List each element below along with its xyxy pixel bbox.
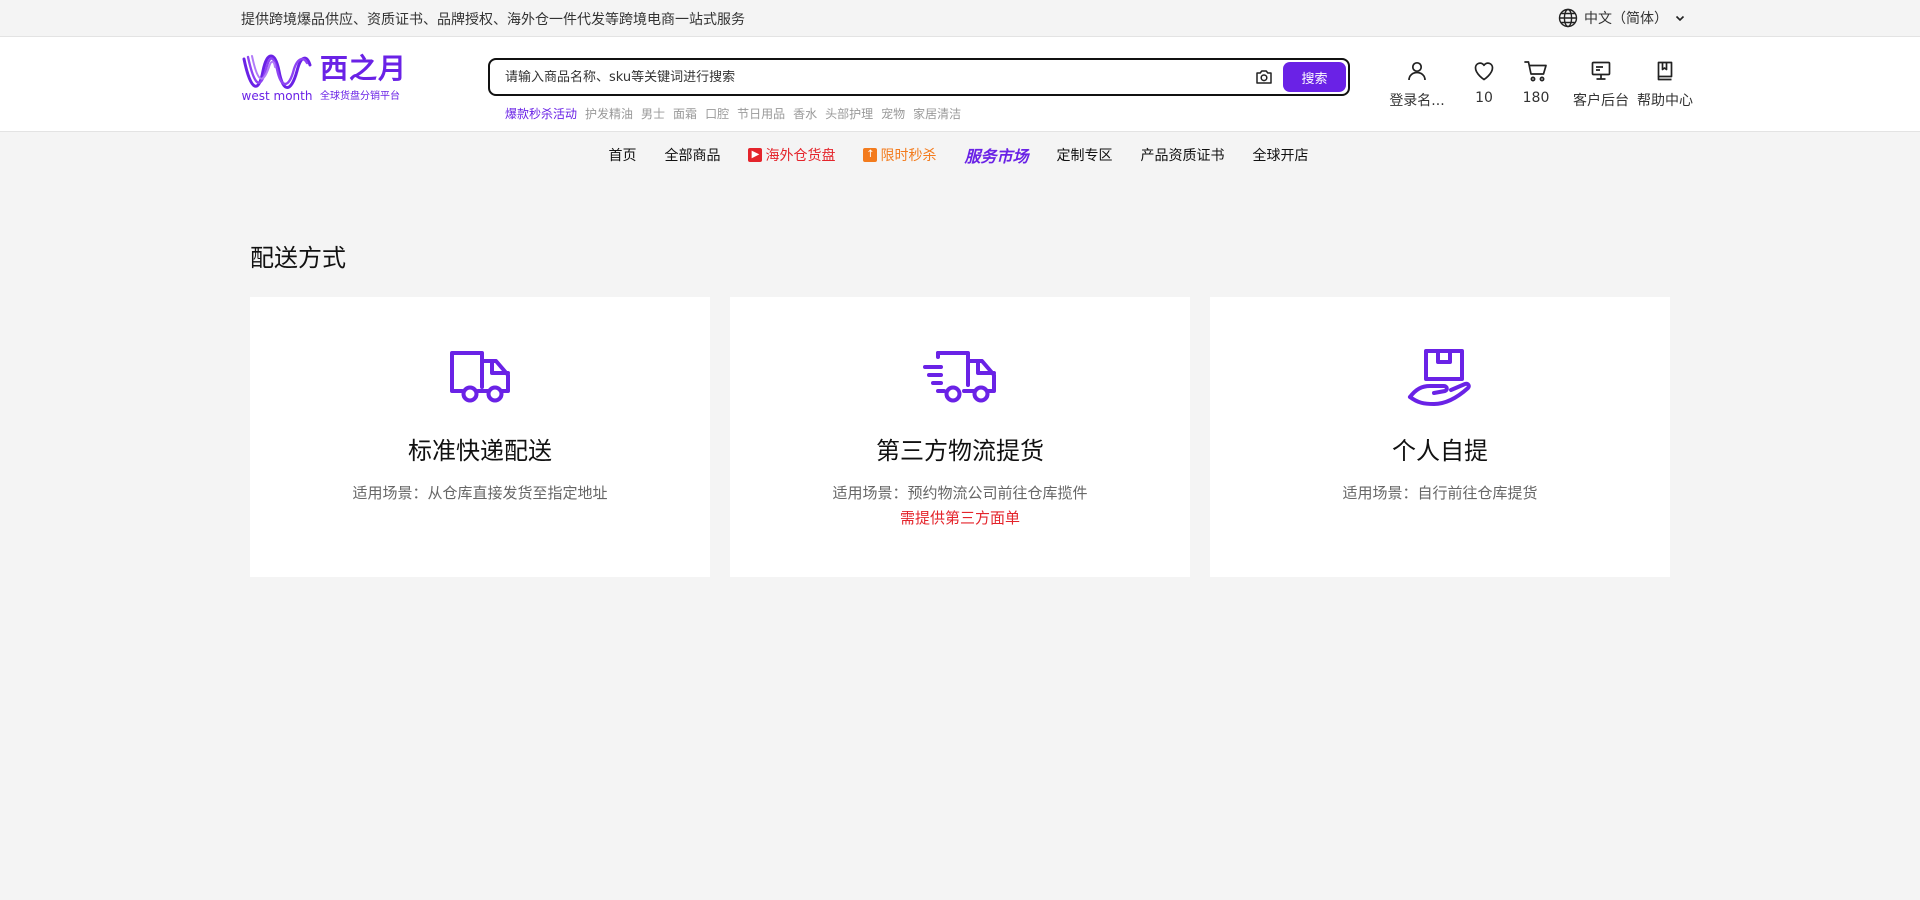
- delivery-methods-section: 配送方式 标准快递配送 适用场景：从仓库直接发货至指定地址 第三方物流提货 适用…: [250, 238, 1670, 577]
- hot-term[interactable]: 家居清洁: [913, 105, 961, 122]
- delivery-card-third-party: 第三方物流提货 适用场景：预约物流公司前往仓库揽件 需提供第三方面单: [730, 297, 1190, 577]
- card-description: 适用场景：从仓库直接发货至指定地址: [352, 484, 608, 502]
- image-search-button[interactable]: [1249, 69, 1279, 85]
- search-input[interactable]: [490, 69, 1249, 85]
- fast-truck-icon: [923, 351, 996, 403]
- site-slogan: 提供跨境爆品供应、资质证书、品牌授权、海外仓一件代发等跨境电商一站式服务: [241, 12, 745, 28]
- customer-backend-button[interactable]: 客户后台: [1572, 59, 1630, 110]
- nav-overseas-warehouse-label: 海外仓货盘: [765, 148, 836, 164]
- nav-global-store[interactable]: 全球开店: [1253, 145, 1309, 165]
- site-logo[interactable]: west month 西之月 全球货盘分销平台: [241, 51, 407, 107]
- hot-term[interactable]: 爆款秒杀活动: [505, 105, 577, 122]
- nav-custom-zone[interactable]: 定制专区: [1057, 145, 1113, 165]
- delivery-cards: 标准快递配送 适用场景：从仓库直接发货至指定地址 第三方物流提货 适用场景：预约…: [250, 297, 1670, 577]
- logo-waves-icon: [242, 54, 312, 89]
- logo-mark: west month: [241, 51, 313, 107]
- chevron-down-icon: [1675, 15, 1685, 22]
- language-label: 中文（简体）: [1584, 11, 1668, 27]
- user-icon: [1408, 61, 1426, 81]
- book-icon: [1657, 61, 1673, 81]
- favorites-button[interactable]: 10: [1466, 59, 1502, 110]
- play-badge-icon: ▶: [748, 148, 763, 162]
- cart-icon: [1524, 61, 1547, 82]
- card-title: 标准快递配送: [408, 437, 552, 465]
- search-bar: 搜索: [488, 58, 1350, 96]
- customer-backend-label: 客户后台: [1573, 93, 1629, 109]
- flash-badge-icon: ↑: [863, 148, 878, 162]
- nav-all-products[interactable]: 全部商品: [664, 145, 720, 165]
- hand-box-icon: [1408, 349, 1471, 406]
- site-header: west month 西之月 全球货盘分销平台 搜索 爆款秒杀活动 护发精油 男…: [0, 36, 1920, 132]
- card-title: 个人自提: [1392, 437, 1488, 465]
- delivery-card-standard: 标准快递配送 适用场景：从仓库直接发货至指定地址: [250, 297, 710, 577]
- hot-term[interactable]: 男士: [641, 105, 665, 122]
- cart-button[interactable]: 180: [1516, 59, 1556, 110]
- cart-count: 180: [1522, 90, 1550, 106]
- main-nav: 首页 全部商品 ▶ 海外仓货盘 ↑ 限时秒杀 服务市场 定制专区 产品资质证书 …: [0, 132, 1920, 178]
- hot-term[interactable]: 口腔: [705, 105, 729, 122]
- hot-term[interactable]: 节日用品: [737, 105, 785, 122]
- user-actions: 登录名... 10 180 客户后台 帮助中心: [1388, 59, 1694, 110]
- card-title: 第三方物流提货: [876, 437, 1044, 465]
- hot-term[interactable]: 护发精油: [585, 105, 633, 122]
- search-button[interactable]: 搜索: [1283, 62, 1346, 92]
- page-title: 配送方式: [250, 244, 346, 272]
- card-description: 适用场景：预约物流公司前往仓库揽件: [832, 484, 1088, 502]
- nav-flash-sale-label: 限时秒杀: [880, 148, 937, 164]
- login-button[interactable]: 登录名...: [1388, 59, 1446, 110]
- nav-service-market[interactable]: 服务市场: [964, 143, 1028, 167]
- camera-icon: [1256, 70, 1272, 84]
- help-center-button[interactable]: 帮助中心: [1636, 59, 1694, 110]
- hot-term[interactable]: 宠物: [881, 105, 905, 122]
- language-selector[interactable]: 中文（简体）: [1558, 8, 1686, 28]
- favorites-count: 10: [1475, 90, 1493, 106]
- hot-search-terms: 爆款秒杀活动 护发精油 男士 面霜 口腔 节日用品 香水 头部护理 宠物 家居清…: [505, 105, 961, 122]
- truck-icon: [450, 351, 510, 403]
- nav-overseas-warehouse[interactable]: ▶ 海外仓货盘: [748, 145, 835, 165]
- heart-icon: [1474, 62, 1494, 81]
- logo-english-name: west month: [241, 89, 313, 103]
- help-center-label: 帮助中心: [1637, 93, 1693, 109]
- nav-flash-sale[interactable]: ↑ 限时秒杀: [863, 145, 936, 165]
- hot-term[interactable]: 头部护理: [825, 105, 873, 122]
- hot-term[interactable]: 面霜: [673, 105, 697, 122]
- login-label: 登录名...: [1389, 93, 1445, 109]
- delivery-card-self-pickup: 个人自提 适用场景：自行前往仓库提货: [1210, 297, 1670, 577]
- logo-tagline: 全球货盘分销平台: [320, 91, 400, 102]
- nav-certificates[interactable]: 产品资质证书: [1141, 145, 1225, 165]
- logo-chinese-name: 西之月: [320, 52, 408, 85]
- card-note: 需提供第三方面单: [899, 509, 1020, 527]
- top-bar: 提供跨境爆品供应、资质证书、品牌授权、海外仓一件代发等跨境电商一站式服务 中文（…: [0, 0, 1920, 36]
- hot-term[interactable]: 香水: [793, 105, 817, 122]
- nav-home[interactable]: 首页: [608, 145, 636, 165]
- monitor-icon: [1591, 61, 1611, 80]
- card-description: 适用场景：自行前往仓库提货: [1342, 484, 1538, 502]
- globe-icon: [1558, 8, 1578, 28]
